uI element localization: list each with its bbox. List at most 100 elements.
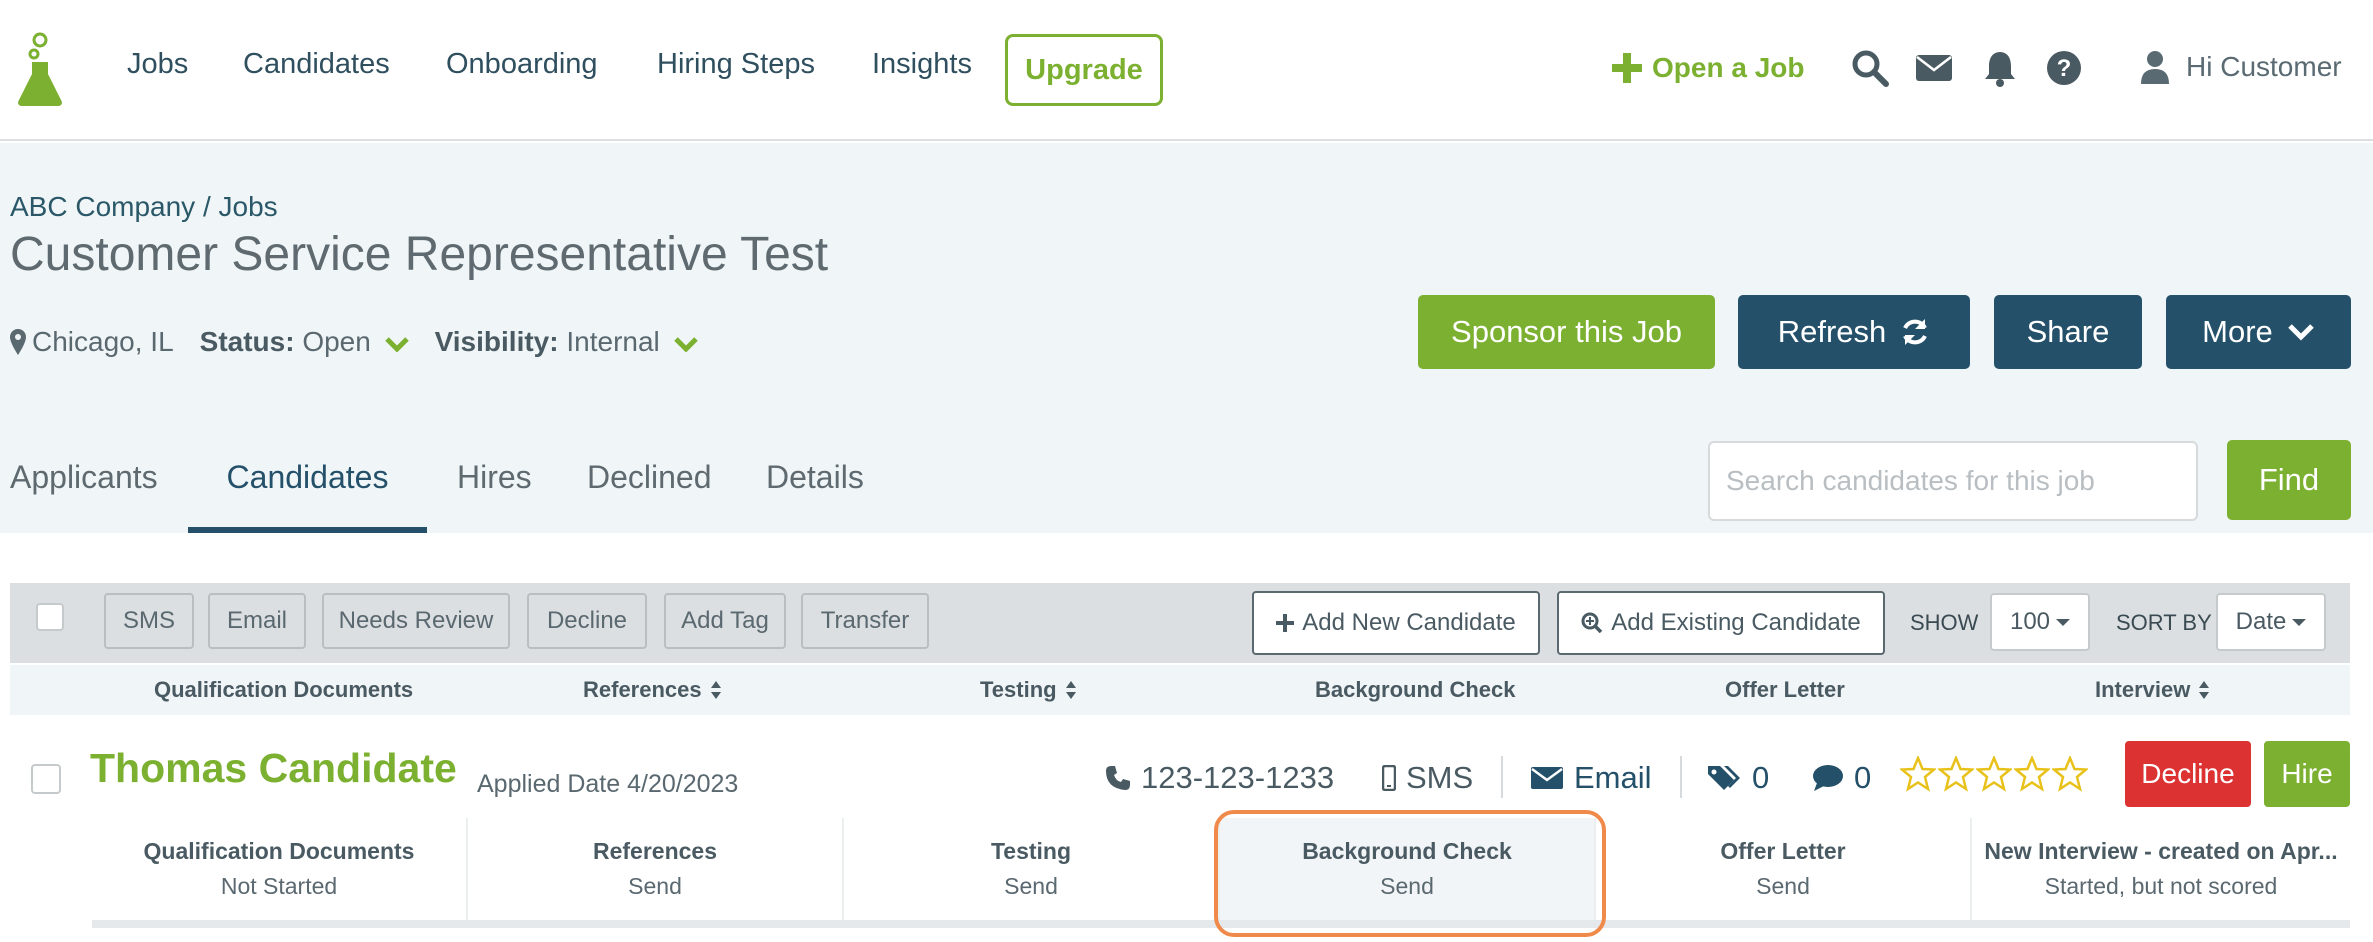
step-offer-letter[interactable]: Offer Letter Send: [1596, 818, 1972, 920]
candidate-tags[interactable]: 0: [1706, 760, 1769, 796]
phone-icon: [1106, 766, 1130, 790]
contact-divider: [1680, 756, 1682, 798]
nav-insights[interactable]: Insights: [872, 48, 972, 81]
show-label: SHOW: [1910, 610, 1979, 635]
step-testing[interactable]: Testing Send: [844, 818, 1220, 920]
col-references[interactable]: References: [583, 677, 722, 703]
col-interview-label: Interview: [2095, 677, 2191, 702]
open-job-link[interactable]: Open a Job: [1612, 52, 1804, 84]
mobile-icon: [1382, 765, 1396, 791]
upgrade-button[interactable]: Upgrade: [1005, 34, 1163, 106]
sms-label: SMS: [1406, 760, 1474, 795]
step-status: Send: [1756, 873, 1810, 899]
candidate-phone[interactable]: 123-123-1233: [1105, 760, 1334, 796]
decline-button[interactable]: Decline: [2125, 741, 2251, 807]
comments-count: 0: [1854, 760, 1872, 795]
star-icon[interactable]: [2052, 756, 2088, 792]
plus-icon: [1612, 53, 1642, 83]
step-references[interactable]: References Send: [468, 818, 844, 920]
star-icon[interactable]: [2014, 756, 2050, 792]
col-testing[interactable]: Testing: [980, 677, 1077, 703]
col-qualification-documents: Qualification Documents: [154, 677, 414, 702]
nav-jobs[interactable]: Jobs: [127, 48, 188, 81]
rating-stars[interactable]: [1900, 756, 2088, 792]
candidate-checkbox[interactable]: [31, 764, 61, 794]
bulk-sms-button[interactable]: SMS: [104, 593, 194, 649]
column-headers: Qualification Documents References Testi…: [10, 665, 2350, 715]
status-dropdown[interactable]: Status: Open: [200, 326, 409, 358]
visibility-value: Internal: [566, 326, 660, 357]
step-title: Qualification Documents: [143, 838, 415, 864]
tab-details[interactable]: Details: [766, 443, 886, 533]
location-text: Chicago, IL: [32, 326, 174, 357]
candidate-search-input[interactable]: [1708, 441, 2198, 521]
col-testing-label: Testing: [980, 677, 1057, 702]
search-icon[interactable]: [1850, 48, 1890, 88]
tab-declined[interactable]: Declined: [587, 443, 727, 533]
star-icon[interactable]: [1938, 756, 1974, 792]
hire-button[interactable]: Hire: [2264, 741, 2350, 807]
nav-onboarding[interactable]: Onboarding: [446, 48, 598, 81]
find-button[interactable]: Find: [2227, 440, 2351, 520]
add-existing-candidate-button[interactable]: Add Existing Candidate: [1557, 591, 1885, 655]
bell-icon[interactable]: [1980, 48, 2020, 88]
background-check-highlight: [1214, 810, 1606, 937]
select-all-checkbox[interactable]: [36, 603, 64, 631]
svg-text:?: ?: [2057, 55, 2072, 82]
step-title: Testing: [990, 838, 1072, 864]
envelope-icon[interactable]: [1914, 48, 1954, 88]
status-label: Status:: [199, 326, 295, 357]
email-label: Email: [1574, 760, 1652, 795]
tab-candidates[interactable]: Candidates: [188, 443, 427, 533]
tab-hires[interactable]: Hires: [457, 443, 557, 533]
show-count-value: 100: [2009, 608, 2051, 635]
star-icon[interactable]: [1900, 756, 1936, 792]
bulk-transfer-button[interactable]: Transfer: [801, 593, 929, 649]
breadcrumb[interactable]: ABC Company / Jobs: [10, 191, 278, 223]
step-status: Started, but not scored: [2044, 873, 2278, 899]
step-title: New Interview - created on Apr...: [1984, 838, 2338, 864]
step-title: Offer Letter: [1720, 838, 1846, 864]
candidate-name[interactable]: Thomas Candidate: [90, 745, 457, 792]
bulk-add-tag-button[interactable]: Add Tag: [664, 593, 786, 649]
share-button[interactable]: Share: [1994, 295, 2142, 369]
step-status: Send: [1004, 873, 1058, 899]
sort-by-value: Date: [2235, 608, 2287, 635]
step-interview[interactable]: New Interview - created on Apr... Starte…: [1972, 818, 2350, 920]
nav-hiring-steps[interactable]: Hiring Steps: [657, 48, 815, 81]
show-count-select[interactable]: 100: [1990, 593, 2090, 651]
more-label: More: [2202, 314, 2273, 349]
map-pin-icon: [10, 329, 26, 355]
refresh-button[interactable]: Refresh: [1738, 295, 1970, 369]
bulk-decline-button[interactable]: Decline: [527, 593, 647, 649]
phone-number: 123-123-1233: [1141, 760, 1335, 795]
candidate-email[interactable]: Email: [1530, 760, 1652, 796]
sponsor-job-button[interactable]: Sponsor this Job: [1418, 295, 1715, 369]
bulk-toolbar: SMS Email Needs Review Decline Add Tag T…: [10, 583, 2350, 663]
col-interview[interactable]: Interview: [2095, 677, 2210, 703]
visibility-dropdown[interactable]: Visibility: Internal: [435, 326, 698, 358]
bulk-needs-review-button[interactable]: Needs Review: [322, 593, 510, 649]
tab-applicants[interactable]: Applicants: [10, 443, 180, 533]
sort-by-label: SORT BY: [2116, 610, 2212, 635]
candidate-sms[interactable]: SMS: [1382, 760, 1473, 796]
tags-count: 0: [1752, 760, 1770, 795]
flask-logo-icon[interactable]: [14, 30, 66, 108]
contact-divider: [1501, 756, 1503, 798]
add-new-candidate-button[interactable]: Add New Candidate: [1252, 591, 1540, 655]
bulk-email-button[interactable]: Email: [208, 593, 306, 649]
chevron-down-icon: [384, 336, 409, 352]
refresh-icon: [1903, 319, 1928, 345]
location: Chicago, IL: [10, 326, 174, 358]
step-qualification-documents[interactable]: Qualification Documents Not Started: [92, 818, 468, 920]
chevron-down-icon: [2288, 324, 2314, 341]
more-button[interactable]: More: [2166, 295, 2351, 369]
sort-by-select[interactable]: Date: [2216, 593, 2326, 651]
user-menu[interactable]: Hi Customer: [2140, 50, 2342, 84]
star-icon[interactable]: [1976, 756, 2012, 792]
candidate-comments[interactable]: 0: [1812, 760, 1871, 796]
tags-icon: [1708, 766, 1740, 790]
nav-candidates[interactable]: Candidates: [243, 48, 390, 81]
help-icon[interactable]: ?: [2044, 48, 2084, 88]
chevron-down-icon: [673, 336, 698, 352]
